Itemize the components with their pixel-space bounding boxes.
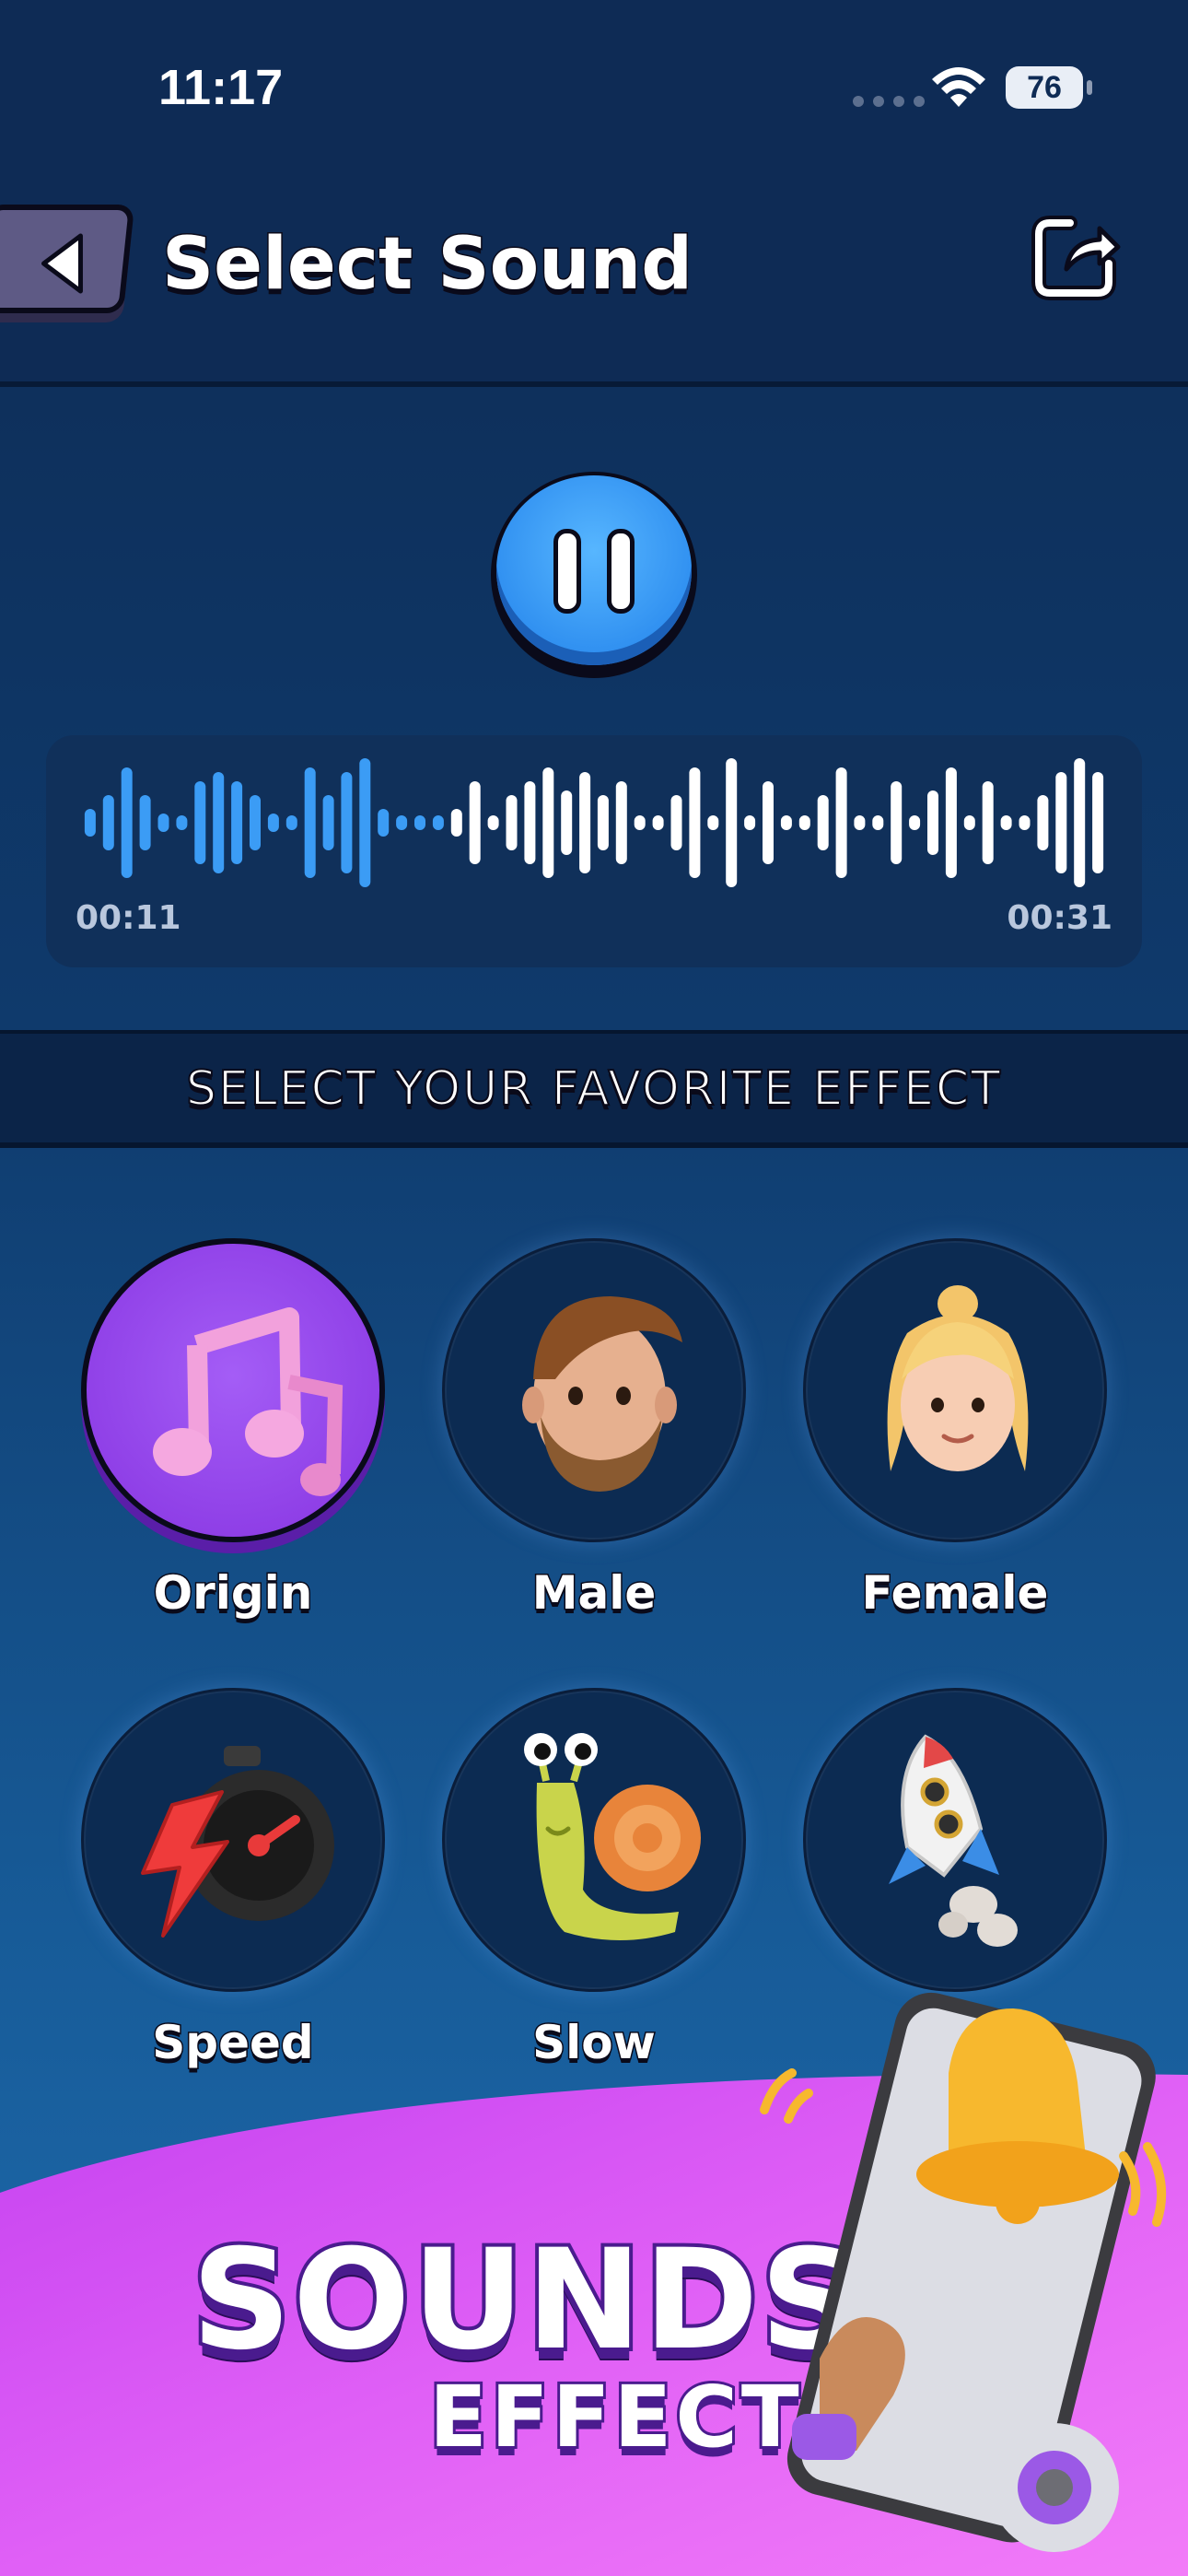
waveform-bar bbox=[945, 767, 957, 878]
waveform-panel: 00:11 00:31 bbox=[46, 735, 1142, 967]
waveform-bar bbox=[213, 772, 225, 873]
waveform-bar bbox=[157, 814, 169, 832]
effect-slow[interactable]: Slow bbox=[442, 1688, 746, 2071]
waveform-bar bbox=[817, 795, 829, 850]
stopwatch-bolt-icon bbox=[141, 1746, 334, 1938]
waveform-bar bbox=[1019, 815, 1031, 830]
current-time: 00:11 bbox=[76, 899, 181, 937]
waveform-bar bbox=[689, 767, 701, 878]
effect-circle[interactable] bbox=[803, 1238, 1107, 1542]
waveform-bar bbox=[963, 815, 975, 830]
snail-icon bbox=[524, 1733, 701, 1940]
waveform-bar bbox=[231, 781, 243, 864]
waveform-bar bbox=[780, 815, 792, 830]
waveform-bar bbox=[378, 809, 390, 837]
waveform-bar bbox=[634, 815, 646, 830]
section-title: SELECT YOUR FAVORITE EFFECT bbox=[185, 1060, 1003, 1118]
waveform-bar bbox=[670, 795, 682, 850]
waveform-bar bbox=[707, 815, 719, 830]
waveform-bar bbox=[524, 781, 536, 864]
effect-speed[interactable]: Speed bbox=[81, 1688, 385, 2071]
waveform-bar bbox=[121, 767, 133, 878]
waveform-bar bbox=[872, 815, 884, 830]
promo-banner: SOUNDS EFFECT bbox=[0, 1992, 1188, 2576]
effect-female[interactable]: Female bbox=[803, 1238, 1107, 1622]
waveform-bar bbox=[652, 815, 664, 830]
waveform-bar bbox=[414, 815, 425, 830]
waveform-bar bbox=[250, 795, 261, 850]
waveform-bar bbox=[982, 781, 994, 864]
effect-label: Origin bbox=[152, 1565, 314, 1622]
waveform-bar bbox=[176, 815, 188, 830]
waveform-bar bbox=[744, 815, 756, 830]
waveform-bar bbox=[469, 781, 481, 864]
waveform-bar bbox=[432, 815, 444, 830]
waveform-bar bbox=[927, 790, 938, 855]
waveform-bar bbox=[102, 795, 114, 850]
female-face-icon bbox=[887, 1285, 1029, 1471]
music-notes-icon bbox=[153, 1307, 344, 1496]
cellular-signal-icon bbox=[853, 96, 925, 107]
pause-button[interactable] bbox=[491, 472, 697, 678]
waveform-bar bbox=[597, 795, 609, 850]
status-time: 11:17 bbox=[158, 60, 284, 115]
total-time: 00:31 bbox=[1007, 899, 1112, 937]
status-bar: 11:17 76 bbox=[0, 0, 1188, 175]
waveform-bar bbox=[396, 815, 408, 830]
waveform-bar bbox=[1000, 815, 1012, 830]
waveform-bar bbox=[359, 758, 371, 887]
waveform-bar bbox=[579, 772, 591, 873]
effect-male[interactable]: Male bbox=[442, 1238, 746, 1622]
waveform-bar bbox=[854, 815, 866, 830]
waveform-scrubber[interactable] bbox=[81, 754, 1107, 892]
waveform-bar bbox=[615, 781, 627, 864]
effect-label: Female bbox=[860, 1565, 1050, 1622]
effect-origin[interactable]: Origin bbox=[81, 1238, 385, 1622]
back-arrow-icon bbox=[41, 233, 83, 294]
waveform-bar bbox=[1037, 795, 1049, 850]
waveform-bar bbox=[285, 815, 297, 830]
pause-icon bbox=[496, 475, 692, 665]
effect-label: Male bbox=[530, 1565, 658, 1622]
waveform-bar bbox=[304, 767, 316, 878]
rocket-icon bbox=[889, 1734, 1018, 1947]
waveform-bar bbox=[1092, 772, 1104, 873]
waveform-bar bbox=[341, 772, 353, 873]
effect-circle[interactable] bbox=[442, 1688, 746, 1992]
male-face-icon bbox=[522, 1296, 682, 1492]
app-header: Select Sound bbox=[0, 175, 1188, 387]
waveform-bar bbox=[194, 781, 206, 864]
effect-circle[interactable] bbox=[803, 1688, 1107, 1992]
waveform-bar bbox=[561, 790, 573, 855]
back-button[interactable] bbox=[0, 205, 135, 313]
waveform-bar bbox=[84, 809, 96, 837]
waveform-bar bbox=[322, 795, 334, 850]
waveform-bar bbox=[267, 814, 279, 832]
battery-indicator: 76 bbox=[1006, 66, 1092, 109]
effect-rocket[interactable] bbox=[803, 1688, 1107, 2016]
waveform-bar bbox=[763, 781, 774, 864]
waveform-bar bbox=[1055, 772, 1067, 873]
waveform-bar bbox=[506, 795, 518, 850]
waveform-bar bbox=[1074, 758, 1086, 887]
waveform-bar bbox=[450, 809, 462, 837]
waveform-bar bbox=[726, 758, 738, 887]
effect-circle[interactable] bbox=[442, 1238, 746, 1542]
waveform-bar bbox=[891, 781, 903, 864]
waveform-bar bbox=[542, 767, 554, 878]
effect-section-banner: SELECT YOUR FAVORITE EFFECT bbox=[0, 1030, 1188, 1148]
waveform-bar bbox=[487, 815, 499, 830]
wifi-icon bbox=[932, 67, 985, 107]
phone-bell-illustration bbox=[760, 1992, 1167, 2552]
waveform-bar bbox=[909, 815, 921, 830]
waveform-bar bbox=[798, 815, 810, 830]
page-title: Select Sound bbox=[160, 222, 693, 308]
share-icon[interactable] bbox=[1030, 210, 1122, 302]
waveform-bar bbox=[835, 767, 847, 878]
effect-circle[interactable] bbox=[81, 1688, 385, 1992]
effect-circle[interactable] bbox=[81, 1238, 385, 1542]
waveform-bar bbox=[139, 795, 151, 850]
